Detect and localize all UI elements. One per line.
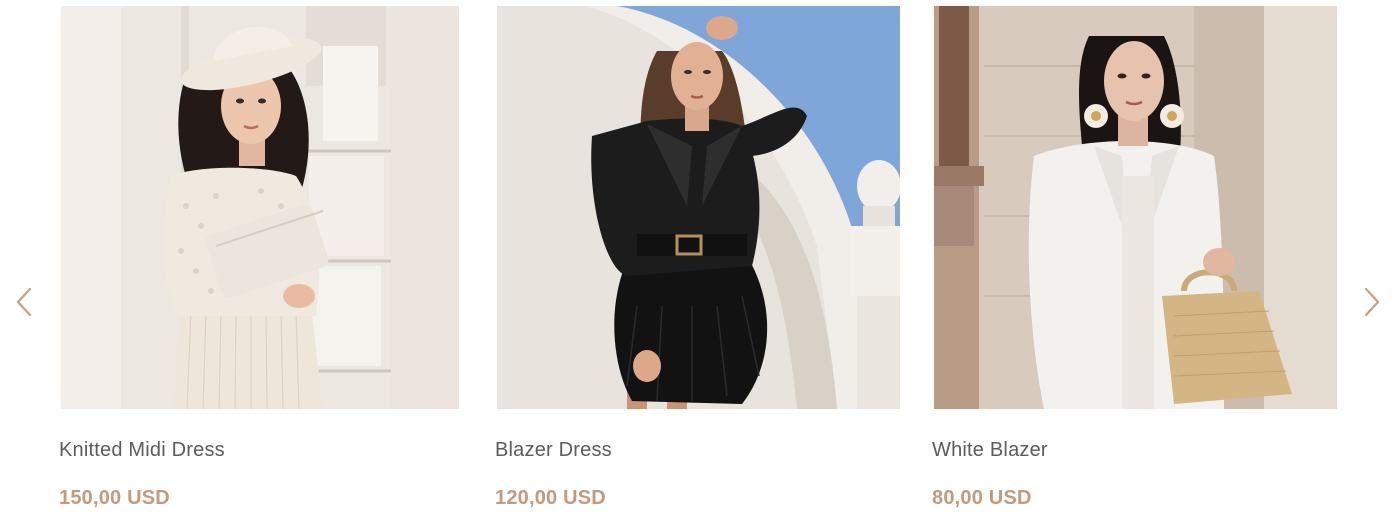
product-name[interactable]: White Blazer — [932, 439, 1048, 462]
product-carousel: Knitted Midi Dress 150,00 USD Blazer Dre… — [0, 0, 1400, 515]
product-image[interactable] — [934, 6, 1337, 409]
product-card[interactable]: Blazer Dress 120,00 USD — [495, 6, 900, 509]
carousel-prev-button[interactable] — [10, 285, 38, 319]
product-name[interactable]: Knitted Midi Dress — [59, 439, 225, 462]
product-name[interactable]: Blazer Dress — [495, 439, 612, 462]
product-price: 120,00 USD — [495, 487, 606, 509]
product-price: 80,00 USD — [932, 487, 1032, 509]
chevron-right-icon — [1364, 287, 1380, 317]
product-card[interactable]: Knitted Midi Dress 150,00 USD — [59, 6, 459, 509]
product-price: 150,00 USD — [59, 487, 170, 509]
product-image[interactable] — [61, 6, 459, 409]
product-image[interactable] — [497, 6, 900, 409]
product-card[interactable]: White Blazer 80,00 USD — [932, 6, 1337, 509]
carousel-next-button[interactable] — [1358, 285, 1386, 319]
chevron-left-icon — [16, 287, 32, 317]
